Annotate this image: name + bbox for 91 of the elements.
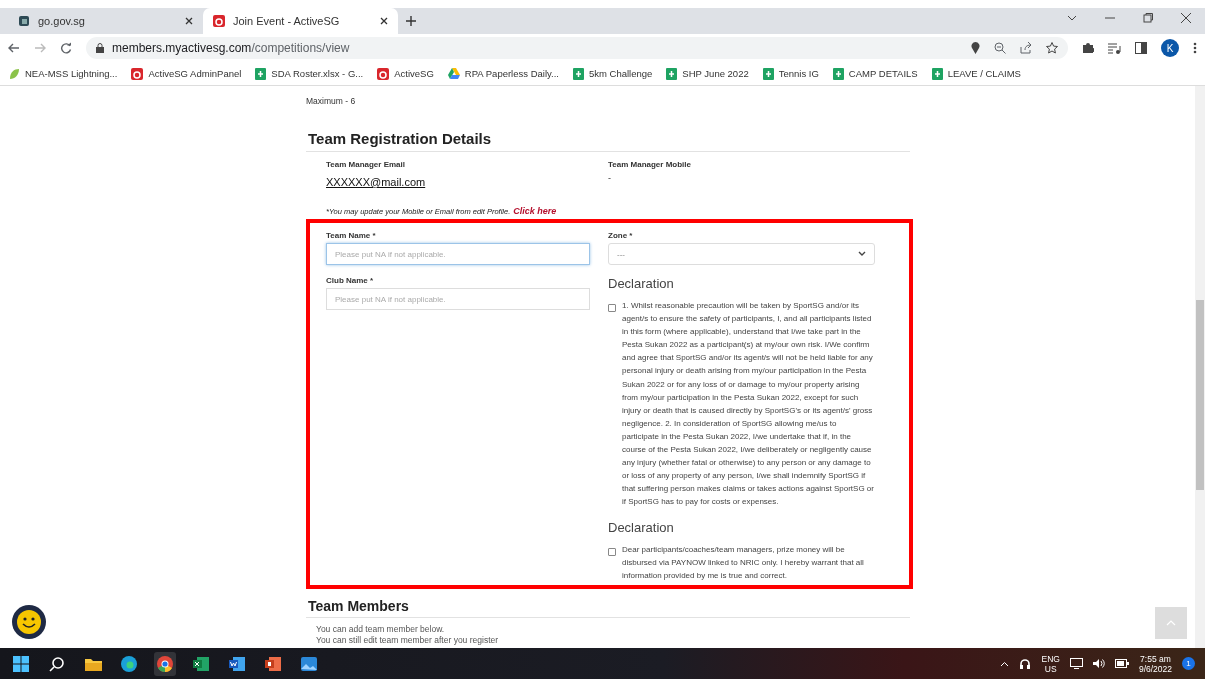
checkbox[interactable] <box>608 547 616 556</box>
puzzle-icon[interactable] <box>1082 42 1094 54</box>
chevron-up-icon <box>1166 620 1176 626</box>
zone-select[interactable]: --- <box>608 243 875 265</box>
declaration-text: 1. Whilst reasonable precaution will be taken by SportSG and/or its agent/s to ensure the safety of participants, I, and all participants listed in this form (where applicable), understand that I/we take part in the Pesta Sukan 2022 as a participant(s) at my/our own risk. I/We confirm and agree that SportSG and/or its agent/s will not be held liable for any personal injury or death arising from my/our participation in the Pesta Sukan 2022 or for any loss of or damage to my/our property arising from my/our participation in the Pesta Sukan 2022, except for such injury or death that is caused directly by SportSG's or its agent/s' gross negligence. 2. In consideration of SportSG allowing me/us to participate in the Pesta Sukan 2022, I/we undertake that if, in the course of the Pesta Sukan 2022, I/we deliberately or negligently cause any injury (whether fatal or otherwise) to any person or any damage to or loss of any property of any person, I/we shall indemnify SportSG if that suffering person makes claims or takes actions against SportSG or if SportSG has to pay for costs or expenses. <box>622 300 875 509</box>
chrome-icon[interactable] <box>157 655 173 672</box>
profile-avatar[interactable]: K <box>1161 39 1179 57</box>
help-text: You can still edit team member after you register <box>316 635 500 646</box>
bookmark[interactable]: NEA-MSS Lightning... <box>8 67 118 80</box>
location-pin-icon[interactable] <box>971 42 980 54</box>
browser-tab[interactable]: go.gov.sg <box>8 8 203 34</box>
activesg-icon <box>213 15 225 27</box>
field-label: Team Name * <box>326 231 377 240</box>
bookmark[interactable]: ActiveSG AdminPanel <box>131 67 242 80</box>
sheet-icon <box>572 67 584 80</box>
text-field[interactable]: Please put NA if not applicable. <box>326 288 590 310</box>
bookmark[interactable]: LEAVE / CLAIMS <box>931 67 1021 80</box>
close-icon[interactable] <box>185 17 193 25</box>
sheet-icon <box>666 67 678 80</box>
triangle-icon <box>447 68 460 79</box>
bookmark[interactable]: CAMP DETAILS <box>832 67 918 80</box>
scrollbar[interactable] <box>1195 86 1205 648</box>
share-icon[interactable] <box>1020 42 1032 54</box>
chevron-down-icon <box>858 251 866 257</box>
text-field[interactable]: Please put NA if not applicable. <box>326 243 590 265</box>
zoom-out-icon[interactable] <box>994 42 1006 54</box>
field-label: Team Manager Mobile <box>608 160 692 169</box>
star-icon[interactable] <box>1046 42 1058 54</box>
url-host: members.myactivesg.com <box>112 41 252 55</box>
activesg-icon <box>377 67 390 80</box>
search-icon[interactable] <box>49 655 65 672</box>
playlist-icon[interactable] <box>1108 42 1121 54</box>
section-title: Team Registration Details <box>306 130 910 152</box>
field-label: Zone * <box>608 231 634 240</box>
chevron-up-icon[interactable] <box>1000 660 1010 667</box>
declaration-text: Dear participants/coaches/team managers, prize money will be disbursed via PAYNOW linked to NRIC only. I hereby warrant that all information provided by me is true and correct. <box>622 543 865 582</box>
help-text: You can add team member below. <box>316 624 446 635</box>
lock-icon <box>96 43 104 53</box>
feedback-button[interactable] <box>12 605 46 639</box>
wave-icon[interactable] <box>121 655 137 672</box>
bookmark[interactable]: SHP June 2022 <box>666 67 749 80</box>
url-path: /competitions/view <box>251 41 350 55</box>
spreadsheet-icon[interactable] <box>193 656 209 671</box>
sheet-icon <box>931 67 943 80</box>
presentation-icon[interactable] <box>265 656 281 671</box>
document-icon[interactable] <box>229 656 245 671</box>
close-icon[interactable] <box>1181 13 1191 23</box>
speaker-icon[interactable] <box>1092 658 1105 669</box>
plus-icon[interactable] <box>406 16 416 26</box>
clock-time[interactable]: 7:55 am <box>1140 653 1171 664</box>
bookmark[interactable]: ActiveSG <box>377 67 434 80</box>
field-label: Team Manager Email <box>326 160 406 169</box>
browser-tab[interactable]: Join Event - ActiveSG <box>203 8 398 34</box>
headset-icon[interactable] <box>1019 657 1032 670</box>
bookmark[interactable]: SDA Roster.xlsx - G... <box>255 67 364 80</box>
region-text[interactable]: US <box>1044 663 1057 674</box>
close-icon[interactable] <box>380 17 388 25</box>
monitor-icon[interactable] <box>1069 658 1083 669</box>
battery-icon[interactable] <box>1114 659 1129 668</box>
language-text[interactable]: ENG <box>1041 653 1060 664</box>
email-link[interactable]: XXXXXX@mail.com <box>326 176 426 188</box>
address-bar[interactable]: members.myactivesg.com/competitions/view <box>86 37 1068 59</box>
back-icon[interactable] <box>8 42 20 54</box>
more-icon[interactable] <box>1193 42 1197 54</box>
side-panel-icon[interactable] <box>1135 42 1147 54</box>
bookmark[interactable]: 5km Challenge <box>572 67 653 80</box>
declaration-title: Declaration <box>608 276 675 291</box>
bookmark[interactable]: Tennis IG <box>762 67 819 80</box>
restore-icon[interactable] <box>1143 13 1153 23</box>
declaration-title: Declaration <box>608 519 675 535</box>
maximum-text: Maximum - 6 <box>306 96 357 106</box>
smiley-icon <box>16 609 42 635</box>
notification-badge[interactable]: 1 <box>1182 657 1195 670</box>
document-icon <box>18 15 30 27</box>
chevron-down-icon[interactable] <box>1067 13 1077 23</box>
bookmark[interactable]: RPA Paperless Daily... <box>447 68 559 79</box>
section-title: Team Members <box>306 598 910 618</box>
sheet-icon <box>762 67 774 80</box>
field-label: Club Name * <box>326 276 375 285</box>
reload-icon[interactable] <box>60 42 72 54</box>
windows-icon[interactable] <box>13 655 29 672</box>
landscape-icon[interactable] <box>301 656 317 671</box>
folder-icon[interactable] <box>84 656 102 671</box>
checkbox[interactable] <box>608 304 616 312</box>
sheet-icon <box>832 67 844 80</box>
leaf-icon <box>8 67 20 80</box>
click-here-link[interactable]: Click here <box>513 206 557 216</box>
sheet-icon <box>255 67 267 80</box>
clock-date[interactable]: 9/6/2022 <box>1138 663 1172 674</box>
mobile-value: - <box>608 173 612 183</box>
activesg-icon <box>131 67 144 80</box>
